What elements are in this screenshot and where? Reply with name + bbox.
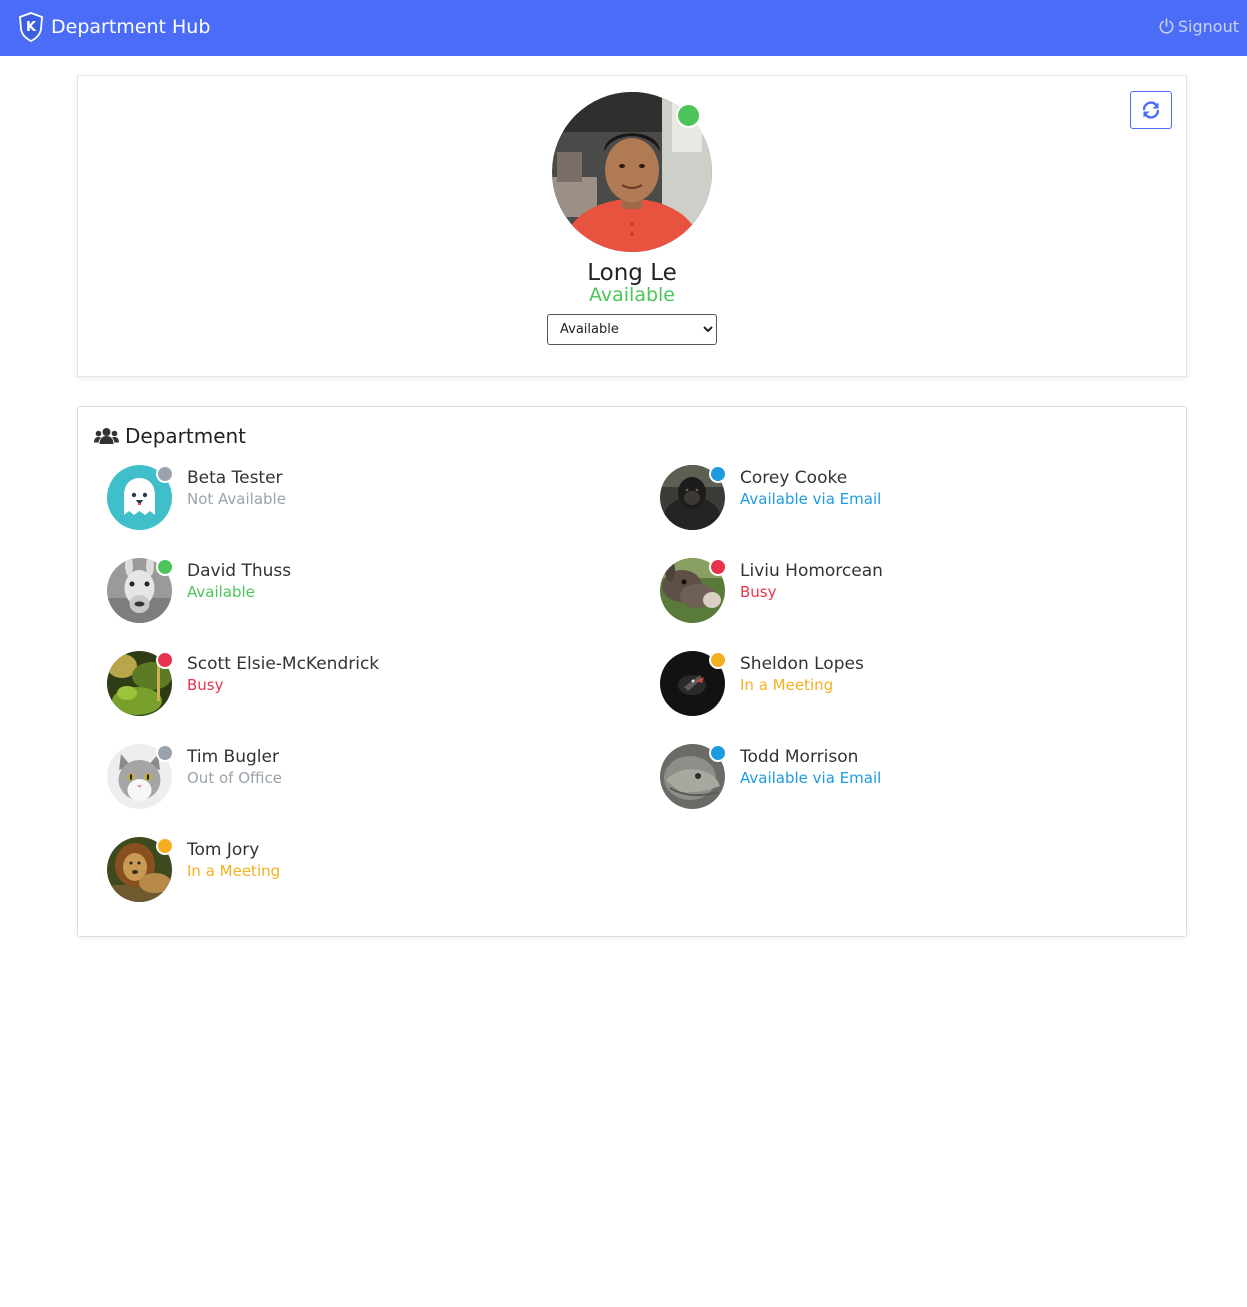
status-indicator <box>709 744 727 762</box>
member-name: Tom Jory <box>187 840 260 860</box>
member-status: Not Available <box>187 490 286 508</box>
member-status: Available via Email <box>740 490 882 508</box>
member-item[interactable]: Tom Jory In a Meeting <box>107 837 607 907</box>
shield-logo-icon: K <box>19 12 43 42</box>
department-title: Department <box>125 424 247 448</box>
member-name: Sheldon Lopes <box>740 654 864 674</box>
signout-button[interactable]: Signout <box>1158 17 1239 36</box>
member-name: Liviu Homorcean <box>740 561 883 581</box>
profile-status-text: Available <box>588 284 675 306</box>
sync-icon <box>1142 101 1160 119</box>
member-name: Todd Morrison <box>740 747 859 767</box>
member-item[interactable]: Liviu Homorcean Busy <box>660 558 1160 628</box>
member-name: David Thuss <box>187 561 292 581</box>
member-status: Busy <box>740 583 777 601</box>
status-indicator <box>156 651 174 669</box>
member-status: In a Meeting <box>187 862 281 880</box>
member-item[interactable]: Todd Morrison Available via Email <box>660 744 1160 814</box>
department-header: Department <box>94 424 246 448</box>
member-item[interactable]: Corey Cooke Available via Email <box>660 465 1160 535</box>
status-indicator <box>709 465 727 483</box>
member-avatar-container <box>660 744 727 810</box>
member-avatar-container <box>107 837 174 903</box>
status-indicator <box>156 837 174 855</box>
svg-text:K: K <box>26 20 37 35</box>
member-avatar-container <box>660 465 727 531</box>
member-status: Busy <box>187 676 224 694</box>
brand[interactable]: K Department Hub <box>18 12 210 42</box>
navbar: K Department Hub Signout <box>0 0 1247 56</box>
member-avatar-container <box>660 558 727 624</box>
profile-avatar-container <box>552 92 714 254</box>
power-icon <box>1159 18 1174 34</box>
profile-status-indicator <box>676 103 701 128</box>
member-avatar-container <box>107 465 174 531</box>
app-title: Department Hub <box>51 16 211 38</box>
member-status: Available <box>187 583 255 601</box>
member-name: Tim Bugler <box>187 747 279 767</box>
users-icon <box>94 428 119 444</box>
status-indicator <box>156 558 174 576</box>
profile-card: Long Le Available Available <box>77 75 1187 377</box>
refresh-button[interactable] <box>1130 91 1172 129</box>
member-avatar-container <box>107 651 174 717</box>
member-avatar-container <box>660 651 727 717</box>
member-item[interactable]: Scott Elsie-McKendrick Busy <box>107 651 607 721</box>
member-avatar-container <box>107 558 174 624</box>
member-item[interactable]: Sheldon Lopes In a Meeting <box>660 651 1160 721</box>
member-item[interactable]: Beta Tester Not Available <box>107 465 607 535</box>
member-item[interactable]: David Thuss Available <box>107 558 607 628</box>
member-name: Corey Cooke <box>740 468 848 488</box>
status-indicator <box>156 744 174 762</box>
status-indicator <box>156 465 174 483</box>
signout-label: Signout <box>1177 17 1239 36</box>
status-select[interactable]: Available <box>547 314 717 345</box>
status-indicator <box>709 558 727 576</box>
department-card: Department Beta Tester Not Available Cor… <box>77 406 1187 937</box>
member-status: Out of Office <box>187 769 282 787</box>
status-indicator <box>709 651 727 669</box>
member-name: Scott Elsie-McKendrick <box>187 654 380 674</box>
member-item[interactable]: Tim Bugler Out of Office <box>107 744 607 814</box>
member-avatar-container <box>107 744 174 810</box>
member-name: Beta Tester <box>187 468 283 488</box>
profile-name: Long Le <box>587 260 677 286</box>
member-status: In a Meeting <box>740 676 834 694</box>
member-status: Available via Email <box>740 769 882 787</box>
